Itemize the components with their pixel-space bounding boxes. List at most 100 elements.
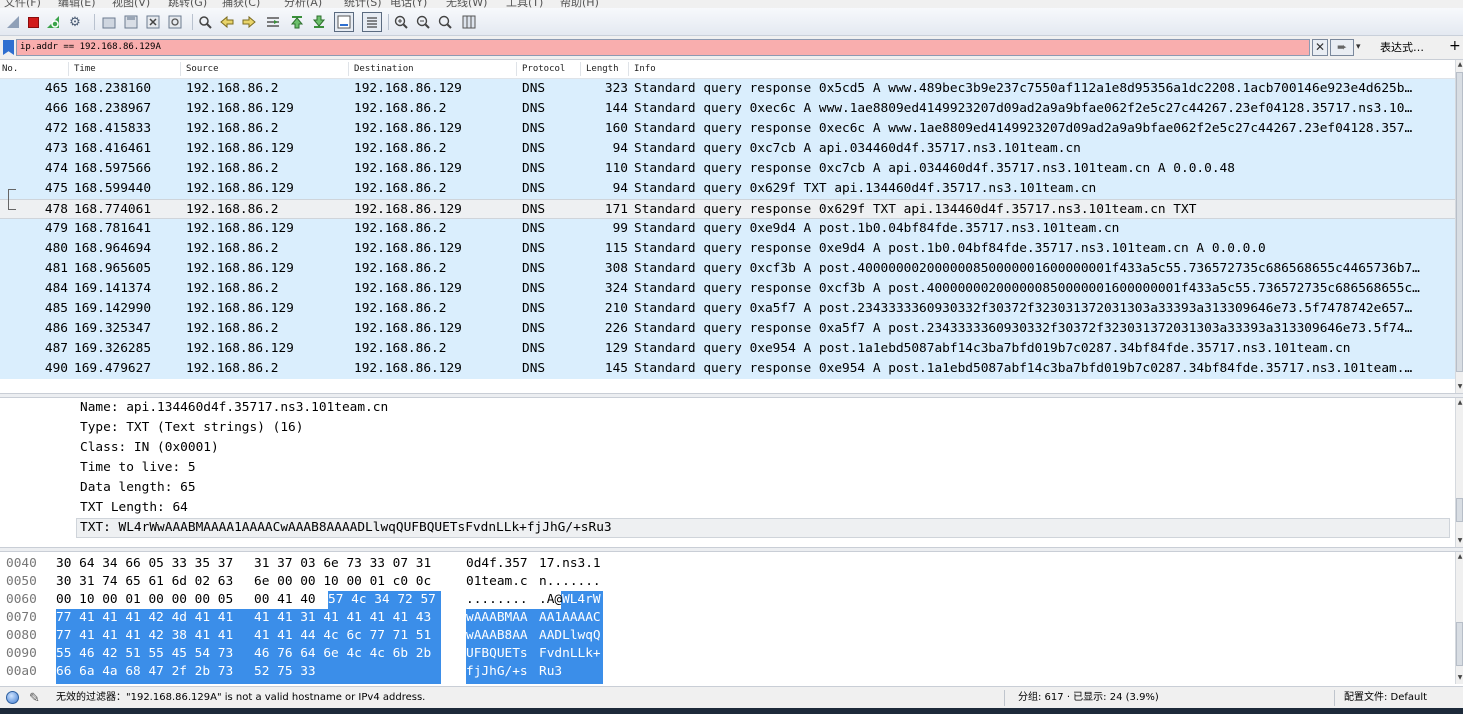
open-file-icon[interactable] (100, 13, 118, 31)
byte-row[interactable]: 0060 00 10 00 01 00 00 00 05 00 41 40 ....… (0, 591, 1450, 609)
menu-item[interactable]: 跳转(G) (168, 0, 207, 8)
save-file-icon[interactable] (122, 13, 140, 31)
table-row[interactable]: 472 168.415833 192.168.86.2 192.168.86.129 D… (0, 119, 1455, 139)
clear-filter-icon[interactable]: ✕ (1312, 39, 1328, 56)
menu-item[interactable]: 统计(S) (344, 0, 382, 8)
cell-time: 168.597566 (74, 161, 152, 176)
detail-line[interactable]: TXT Length: 64 (80, 498, 188, 518)
go-forward-icon[interactable] (240, 13, 258, 31)
details-scrollbar[interactable]: ▲ ▼ (1455, 398, 1463, 547)
menu-item[interactable]: 文件(F) (4, 0, 41, 8)
byte-row[interactable]: 0080 77 41 41 41 42 38 41 41 41 41 44 4c 6… (0, 627, 1450, 645)
scroll-up-icon[interactable]: ▲ (1456, 398, 1463, 408)
byte-row[interactable]: 0040 30 64 34 66 05 33 35 37 31 37 03 6e 7… (0, 555, 1450, 573)
table-row-selected[interactable]: 478 168.774061 192.168.86.2 192.168.86.129 D… (0, 199, 1455, 219)
scroll-thumb[interactable] (1456, 72, 1463, 372)
zoom-out-icon[interactable] (414, 13, 432, 31)
menu-item[interactable]: 编辑(E) (58, 0, 96, 8)
scroll-up-icon[interactable]: ▲ (1456, 60, 1463, 70)
table-row[interactable]: 473 168.416461 192.168.86.129 192.168.86.2 D… (0, 139, 1455, 159)
detail-line[interactable]: Data length: 65 (80, 478, 196, 498)
menu-item[interactable]: 视图(V) (112, 0, 150, 8)
cell-dst: 192.168.86.2 (354, 341, 447, 356)
table-row[interactable]: 479 168.781641 192.168.86.129 192.168.86.2 D… (0, 219, 1455, 239)
byte-asc1: 01team.c (466, 574, 528, 589)
column-header-info[interactable]: Info (634, 64, 656, 74)
cell-info: Standard query response 0xe9d4 A post.1b… (634, 241, 1266, 256)
table-row[interactable]: 480 168.964694 192.168.86.2 192.168.86.129 D… (0, 239, 1455, 259)
bytes-scrollbar[interactable]: ▲ ▼ (1455, 552, 1463, 684)
menu-item[interactable]: 工具(T) (506, 0, 543, 8)
apply-filter-icon[interactable]: ➨ (1330, 39, 1354, 56)
find-packet-icon[interactable] (196, 13, 214, 31)
table-row[interactable]: 466 168.238967 192.168.86.129 192.168.86.2 D… (0, 99, 1455, 119)
chevron-down-icon[interactable]: ▾ (1356, 39, 1368, 56)
byte-hex1: 55 46 42 51 55 45 54 73 (56, 646, 234, 661)
go-back-icon[interactable] (218, 13, 236, 31)
packet-list: No. Time Source Destination Protocol Len… (0, 60, 1463, 393)
menu-item[interactable]: 电话(Y) (390, 0, 427, 8)
byte-row[interactable]: 00a0 66 6a 4a 68 47 2f 2b 73 52 75 33 fjJhG… (0, 663, 1450, 681)
packet-list-scrollbar[interactable]: ▲ ▼ (1455, 60, 1463, 393)
profile-selector[interactable]: 配置文件: Default (1344, 687, 1427, 708)
table-row[interactable]: 481 168.965605 192.168.86.129 192.168.86.2 D… (0, 259, 1455, 279)
scroll-thumb[interactable] (1456, 498, 1463, 522)
shark-fin-start-icon[interactable] (4, 13, 22, 31)
colorize-list-icon[interactable] (362, 12, 382, 32)
scroll-thumb[interactable] (1456, 622, 1463, 666)
go-last-packet-icon[interactable] (310, 13, 328, 31)
table-row[interactable]: 474 168.597566 192.168.86.2 192.168.86.129 D… (0, 159, 1455, 179)
capture-options-icon[interactable]: ⚙ (66, 13, 84, 31)
scroll-down-icon[interactable]: ▼ (1456, 382, 1463, 392)
related-packet-marker (2, 179, 16, 199)
bookmark-icon[interactable] (3, 40, 14, 55)
column-header-protocol[interactable]: Protocol (522, 64, 565, 74)
expert-info-icon[interactable] (6, 691, 19, 704)
display-filter-input[interactable]: ip.addr == 192.168.86.129A (16, 39, 1310, 56)
detail-line-selected[interactable]: TXT: WL4rWwAAABMAAAA1AAAACwAAAB8AAAADLlw… (76, 518, 1450, 538)
go-first-packet-icon[interactable] (288, 13, 306, 31)
stop-capture-icon[interactable] (24, 13, 42, 31)
table-row[interactable]: 490 169.479627 192.168.86.2 192.168.86.129 D… (0, 359, 1455, 379)
menu-item[interactable]: 分析(A) (284, 0, 322, 8)
table-row[interactable]: 484 169.141374 192.168.86.2 192.168.86.129 D… (0, 279, 1455, 299)
menu-item[interactable]: 捕获(C) (222, 0, 260, 8)
zoom-normal-icon[interactable] (436, 13, 454, 31)
table-row[interactable]: 486 169.325347 192.168.86.2 192.168.86.129 D… (0, 319, 1455, 339)
resize-columns-icon[interactable] (460, 13, 478, 31)
column-header-time[interactable]: Time (74, 64, 96, 74)
detail-line[interactable]: Name: api.134460d4f.35717.ns3.101team.cn (80, 398, 388, 418)
menu-item[interactable]: 无线(W) (446, 0, 487, 8)
detail-line[interactable]: Type: TXT (Text strings) (16) (80, 418, 303, 438)
reload-file-icon[interactable] (166, 13, 184, 31)
table-row[interactable]: 487 169.326285 192.168.86.129 192.168.86.2 D… (0, 339, 1455, 359)
cell-dst: 192.168.86.2 (354, 181, 447, 196)
column-header-no[interactable]: No. (2, 64, 18, 74)
zoom-in-icon[interactable] (392, 13, 410, 31)
scroll-up-icon[interactable]: ▲ (1456, 552, 1463, 562)
byte-row[interactable]: 0090 55 46 42 51 55 45 54 73 46 76 64 6e 4… (0, 645, 1450, 663)
scroll-down-icon[interactable]: ▼ (1456, 536, 1463, 546)
table-row[interactable]: 465 168.238160 192.168.86.2 192.168.86.129 D… (0, 79, 1455, 99)
column-header-length[interactable]: Length (586, 64, 619, 74)
table-row[interactable]: 475 168.599440 192.168.86.129 192.168.86.2 D… (0, 179, 1455, 199)
cell-info: Standard query 0xcf3b A post.40000000200… (634, 261, 1420, 276)
go-to-packet-icon[interactable] (264, 13, 282, 31)
table-row[interactable]: 485 169.142990 192.168.86.129 192.168.86.2 D… (0, 299, 1455, 319)
detail-line[interactable]: Class: IN (0x0001) (80, 438, 219, 458)
restart-capture-icon[interactable] (44, 13, 62, 31)
auto-scroll-icon[interactable] (334, 12, 354, 32)
menu-item[interactable]: 帮助(H) (560, 0, 599, 8)
close-file-icon[interactable] (144, 13, 162, 31)
column-header-destination[interactable]: Destination (354, 64, 414, 74)
byte-row[interactable]: 0070 77 41 41 41 42 4d 41 41 41 41 31 41 4… (0, 609, 1450, 627)
expression-button[interactable]: 表达式… (1380, 40, 1424, 55)
byte-row[interactable]: 0050 30 31 74 65 61 6d 02 63 6e 00 00 10 0… (0, 573, 1450, 591)
column-header-source[interactable]: Source (186, 64, 219, 74)
detail-line[interactable]: Time to live: 5 (80, 458, 196, 478)
edit-comment-icon[interactable]: ✎ (29, 688, 40, 709)
cell-dst: 192.168.86.129 (354, 241, 462, 256)
add-filter-button-icon[interactable]: + (1449, 38, 1461, 55)
cell-no: 465 (44, 81, 68, 96)
scroll-down-icon[interactable]: ▼ (1456, 673, 1463, 683)
